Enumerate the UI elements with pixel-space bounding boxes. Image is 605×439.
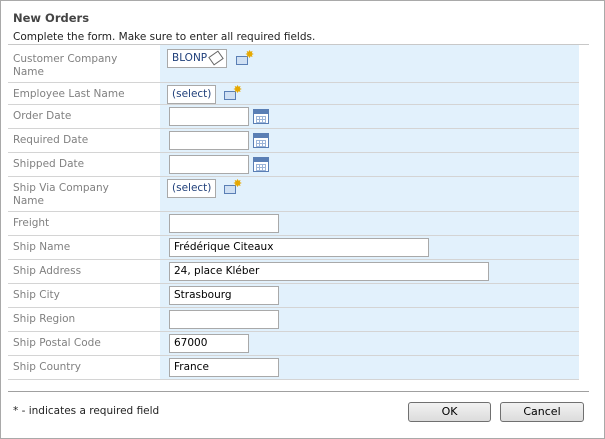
employee-select-link[interactable]: (select) <box>167 85 217 104</box>
row-freight <box>8 212 579 236</box>
shipped-date-label: Shipped Date <box>13 158 85 170</box>
new-item-icon[interactable]: ✸ <box>224 178 242 195</box>
row-ship-country <box>8 356 579 380</box>
ship-country-label: Ship Country <box>13 361 81 373</box>
employee-last-name-label: Employee Last Name <box>13 88 125 100</box>
required-date-input[interactable] <box>169 131 249 150</box>
ship-country-input[interactable]: France <box>169 358 279 377</box>
row-shipped-date <box>8 153 579 177</box>
cancel-button[interactable]: Cancel <box>500 402 584 422</box>
customer-company-lookup[interactable]: BLONP <box>167 49 228 68</box>
new-item-icon[interactable]: ✸ <box>236 49 254 66</box>
ship-name-input[interactable]: Frédérique Citeaux <box>169 238 429 257</box>
ship-city-input[interactable]: Strasbourg <box>169 286 279 305</box>
customer-company-value: BLONP <box>172 52 208 64</box>
required-field-note: * - indicates a required field <box>13 405 160 417</box>
shipped-date-input[interactable] <box>169 155 249 174</box>
row-required-date <box>8 129 579 153</box>
ship-via-select-link[interactable]: (select) <box>167 179 217 198</box>
ship-address-label: Ship Address <box>13 265 82 277</box>
required-date-label: Required Date <box>13 134 89 146</box>
footer-divider-highlight <box>8 392 589 393</box>
ship-region-label: Ship Region <box>13 313 76 325</box>
ok-button[interactable]: OK <box>408 402 491 422</box>
row-order-date <box>8 105 579 129</box>
ship-postal-code-label: Ship Postal Code <box>13 337 101 349</box>
calendar-icon[interactable] <box>253 133 269 148</box>
ship-address-input[interactable]: 24, place Kléber <box>169 262 489 281</box>
eraser-icon[interactable] <box>208 50 224 66</box>
calendar-icon[interactable] <box>253 157 269 172</box>
freight-label: Freight <box>13 217 50 229</box>
dialog-title: New Orders <box>13 11 90 25</box>
dialog: New Orders Complete the form. Make sure … <box>0 0 605 439</box>
row-ship-city <box>8 284 579 308</box>
dialog-description: Complete the form. Make sure to enter al… <box>13 31 316 43</box>
ship-postal-code-input[interactable]: 67000 <box>169 334 249 353</box>
order-date-label: Order Date <box>13 110 72 122</box>
order-date-input[interactable] <box>169 107 249 126</box>
ship-city-label: Ship City <box>13 289 60 301</box>
row-ship-region <box>8 308 579 332</box>
ship-name-label: Ship Name <box>13 241 71 253</box>
new-item-icon[interactable]: ✸ <box>224 84 242 101</box>
customer-company-name-label: Customer Company Name <box>13 53 118 78</box>
calendar-icon[interactable] <box>253 109 269 124</box>
ship-via-company-name-label: Ship Via Company Name <box>13 182 109 207</box>
ship-region-input[interactable] <box>169 310 279 329</box>
freight-input[interactable] <box>169 214 279 233</box>
